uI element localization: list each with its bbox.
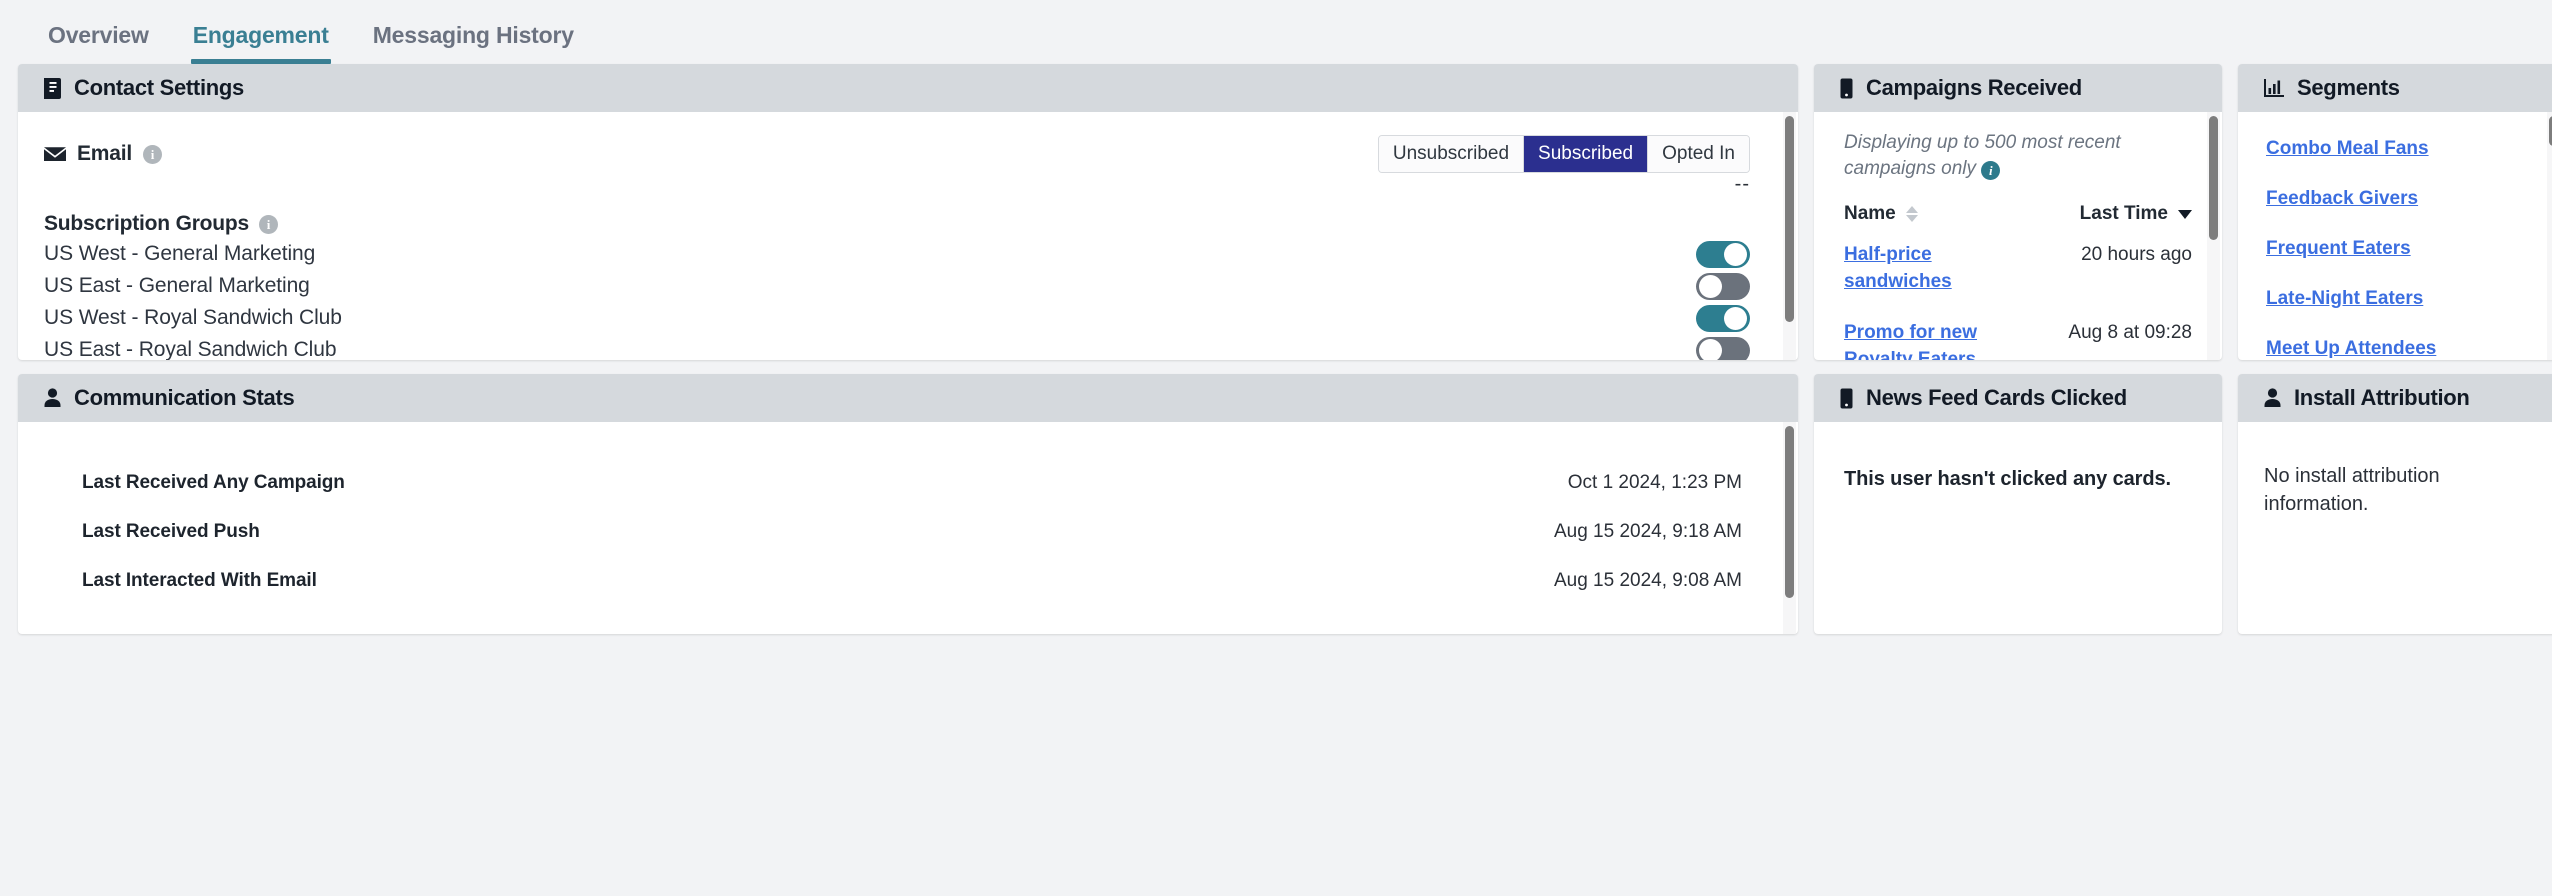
communication-stats-header: Communication Stats bbox=[18, 374, 1798, 422]
email-status-subscribed[interactable]: Subscribed bbox=[1524, 136, 1649, 172]
segment-link[interactable]: Feedback Givers bbox=[2266, 188, 2532, 210]
list-item: US West - General Marketing bbox=[44, 238, 1772, 270]
subscription-group-toggle[interactable] bbox=[1696, 304, 1750, 332]
subscription-group-toggle[interactable] bbox=[1696, 336, 1750, 360]
person-icon bbox=[44, 388, 61, 408]
segments-card: Segments Combo Meal Fans Feedback Givers… bbox=[2238, 64, 2552, 360]
scrollbar-vertical[interactable] bbox=[1783, 422, 1796, 634]
tab-messaging-history[interactable]: Messaging History bbox=[351, 22, 596, 64]
column-header-name[interactable]: Name bbox=[1844, 202, 2056, 242]
stat-label: Last Received Push bbox=[82, 520, 260, 542]
tab-overview[interactable]: Overview bbox=[26, 22, 171, 64]
segments-header: Segments bbox=[2238, 64, 2552, 112]
campaign-link[interactable]: Half-price sandwiches bbox=[1844, 244, 1952, 292]
address-book-icon bbox=[44, 77, 61, 99]
list-item: US East - Royal Sandwich Club bbox=[44, 334, 1772, 360]
subscription-group-name: US East - Royal Sandwich Club bbox=[44, 338, 337, 360]
campaign-last-time: 20 hours ago bbox=[2081, 244, 2192, 266]
subscription-group-name: US West - Royal Sandwich Club bbox=[44, 306, 342, 329]
contact-settings-header: Contact Settings bbox=[18, 64, 1798, 112]
dashboard-row-top: Contact Settings Email i Unsubscribed Su… bbox=[0, 64, 2552, 360]
list-item: US West - Royal Sandwich Club bbox=[44, 302, 1772, 334]
subscription-group-toggle[interactable] bbox=[1696, 240, 1750, 268]
empty-state-message: No install attribution information. bbox=[2264, 465, 2440, 516]
stat-value: Oct 1 2024, 1:23 PM bbox=[1567, 471, 1742, 493]
news-feed-cards-clicked-title: News Feed Cards Clicked bbox=[1866, 385, 2127, 410]
tab-engagement[interactable]: Engagement bbox=[171, 22, 351, 64]
stat-label: Last Interacted With Email bbox=[82, 569, 317, 591]
scrollbar-vertical[interactable] bbox=[2207, 112, 2220, 360]
subscription-groups-list: US West - General Marketing US East - Ge… bbox=[44, 238, 1772, 360]
table-row: Promo for new Royalty Eaters Aug 8 at 09… bbox=[1844, 320, 2192, 360]
caret-down-icon[interactable] bbox=[2178, 209, 2192, 219]
person-icon bbox=[2264, 388, 2281, 408]
email-status-unsubscribed[interactable]: Unsubscribed bbox=[1378, 136, 1525, 172]
communication-stats-card: Communication Stats Last Received Any Ca… bbox=[18, 374, 1798, 634]
segments-list: Combo Meal Fans Feedback Givers Frequent… bbox=[2266, 138, 2532, 360]
contact-settings-body: Email i Unsubscribed Subscribed Opted In… bbox=[18, 112, 1798, 360]
table-row: Last Received Push Aug 15 2024, 9:18 AM bbox=[18, 507, 1798, 556]
email-status-opted-in[interactable]: Opted In bbox=[1648, 136, 1749, 172]
segment-link[interactable]: Late-Night Eaters bbox=[2266, 288, 2532, 310]
table-header-row: Name Last Time bbox=[1844, 202, 2192, 242]
info-icon[interactable]: i bbox=[259, 214, 279, 234]
mobile-phone-icon bbox=[1840, 388, 1853, 409]
column-header-name-label: Name bbox=[1844, 203, 1896, 225]
campaigns-received-card: Campaigns Received Displaying up to 500 … bbox=[1814, 64, 2222, 360]
segment-link[interactable]: Meet Up Attendees bbox=[2266, 338, 2532, 360]
empty-state-message: This user hasn't clicked any cards. bbox=[1844, 468, 2171, 490]
stat-label: Last Received Any Campaign bbox=[82, 471, 345, 493]
news-feed-cards-clicked-header: News Feed Cards Clicked bbox=[1814, 374, 2222, 422]
info-icon[interactable]: i bbox=[143, 144, 163, 164]
campaigns-table: Name Last Time Half-price sandwiches 20 … bbox=[1844, 202, 2192, 360]
email-status-toggle-group: Unsubscribed Subscribed Opted In bbox=[1377, 135, 1750, 173]
subscription-group-name: US East - General Marketing bbox=[44, 274, 310, 297]
campaigns-received-title: Campaigns Received bbox=[1866, 75, 2082, 100]
mobile-phone-icon bbox=[1840, 78, 1853, 99]
campaigns-received-header: Campaigns Received bbox=[1814, 64, 2222, 112]
news-feed-cards-clicked-body: This user hasn't clicked any cards. bbox=[1814, 422, 2222, 634]
communication-stats-title: Communication Stats bbox=[74, 385, 295, 410]
column-header-last-time[interactable]: Last Time bbox=[2056, 202, 2192, 242]
table-row: Last Interacted With Email Aug 15 2024, … bbox=[18, 556, 1798, 605]
install-attribution-body: No install attribution information. bbox=[2238, 422, 2552, 634]
segments-title: Segments bbox=[2297, 75, 2400, 100]
install-attribution-header: Install Attribution bbox=[2238, 374, 2552, 422]
info-icon[interactable]: i bbox=[1981, 161, 2001, 181]
segments-body: Combo Meal Fans Feedback Givers Frequent… bbox=[2238, 112, 2552, 360]
contact-settings-card: Contact Settings Email i Unsubscribed Su… bbox=[18, 64, 1798, 360]
scrollbar-vertical[interactable] bbox=[1783, 112, 1796, 360]
stat-value: Aug 15 2024, 9:18 AM bbox=[1553, 520, 1742, 542]
scrollbar-vertical[interactable] bbox=[2547, 112, 2552, 360]
column-header-last-time-label: Last Time bbox=[2079, 203, 2168, 225]
campaign-last-time: Aug 8 at 09:28 bbox=[2068, 322, 2192, 344]
contact-settings-title: Contact Settings bbox=[74, 75, 244, 100]
email-address-value: -- bbox=[1734, 173, 1750, 195]
sort-both-icon[interactable] bbox=[1905, 206, 1918, 223]
envelope-icon bbox=[44, 146, 66, 162]
email-label-group: Email i bbox=[44, 142, 163, 166]
communication-stats-body: Last Received Any Campaign Oct 1 2024, 1… bbox=[18, 422, 1798, 634]
install-attribution-title: Install Attribution bbox=[2294, 385, 2470, 410]
dashboard-row-bottom: Communication Stats Last Received Any Ca… bbox=[0, 374, 2552, 634]
subscription-group-name: US West - General Marketing bbox=[44, 242, 316, 265]
subscription-groups-label: Subscription Groups bbox=[44, 212, 250, 235]
tab-bar: Overview Engagement Messaging History bbox=[0, 0, 2552, 64]
bar-chart-icon bbox=[2264, 79, 2284, 97]
news-feed-cards-clicked-card: News Feed Cards Clicked This user hasn't… bbox=[1814, 374, 2222, 634]
subscription-group-toggle[interactable] bbox=[1696, 272, 1750, 300]
campaigns-received-body: Displaying up to 500 most recent campaig… bbox=[1814, 112, 2222, 360]
email-row: Email i Unsubscribed Subscribed Opted In bbox=[44, 134, 1772, 174]
subscription-groups-header: Subscription Groups i bbox=[44, 210, 1772, 238]
table-row: Half-price sandwiches 20 hours ago bbox=[1844, 242, 2192, 320]
segment-link[interactable]: Frequent Eaters bbox=[2266, 238, 2532, 260]
stat-value: Aug 15 2024, 9:08 AM bbox=[1553, 569, 1742, 591]
table-row: Last Received Any Campaign Oct 1 2024, 1… bbox=[18, 458, 1798, 507]
list-item: US East - General Marketing bbox=[44, 270, 1772, 302]
campaigns-note: Displaying up to 500 most recent campaig… bbox=[1844, 130, 2144, 182]
campaign-link[interactable]: Promo for new Royalty Eaters bbox=[1844, 322, 1977, 360]
email-label: Email bbox=[77, 142, 133, 165]
segment-link[interactable]: Combo Meal Fans bbox=[2266, 138, 2532, 160]
install-attribution-card: Install Attribution No install attributi… bbox=[2238, 374, 2552, 634]
